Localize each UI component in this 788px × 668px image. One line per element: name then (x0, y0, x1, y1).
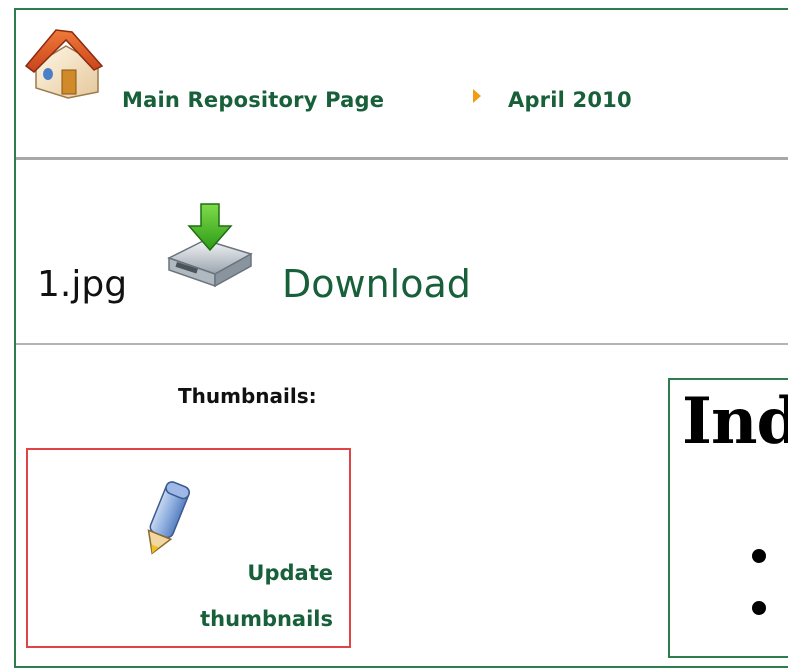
index-panel-heading: Ind (682, 384, 788, 459)
breadcrumb-month-link[interactable]: April 2010 (508, 88, 632, 112)
house-icon[interactable] (22, 26, 104, 100)
update-label-line1[interactable]: Update (247, 561, 333, 585)
divider (16, 343, 788, 345)
download-link[interactable]: Download (282, 262, 471, 306)
thumbnails-label: Thumbnails: (178, 384, 317, 408)
file-name: 1.jpg (37, 264, 128, 305)
download-drive-icon[interactable] (165, 200, 255, 292)
list-bullet (752, 601, 766, 615)
update-label-line2[interactable]: thumbnails (200, 607, 333, 631)
divider (16, 157, 788, 160)
breadcrumb-main-repository-link[interactable]: Main Repository Page (122, 88, 384, 112)
arrow-right-icon (473, 89, 481, 103)
list-bullet (752, 549, 766, 563)
update-thumbnails-link[interactable]: Update thumbnails (150, 550, 333, 642)
